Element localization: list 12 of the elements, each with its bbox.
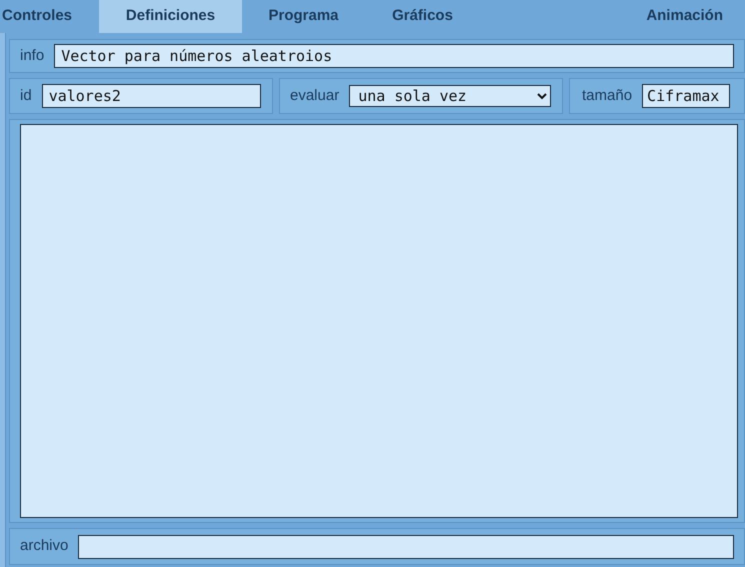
field-label: evaluar: [290, 86, 340, 106]
id-field[interactable]: valores2: [42, 84, 261, 108]
field-label: archivo: [20, 536, 68, 556]
file-field[interactable]: [78, 534, 734, 559]
evaluate-dropdown[interactable]: una sola vez: [349, 84, 552, 107]
code-editor-field[interactable]: [20, 124, 738, 518]
tab[interactable]: Definiciones: [99, 0, 242, 33]
size-field[interactable]: Ciframax: [642, 84, 730, 108]
field-label: tamaño: [582, 86, 632, 106]
field-label: id: [20, 86, 32, 106]
info-field[interactable]: Vector para números aleatroios: [54, 44, 734, 68]
field-label: info: [20, 46, 44, 66]
